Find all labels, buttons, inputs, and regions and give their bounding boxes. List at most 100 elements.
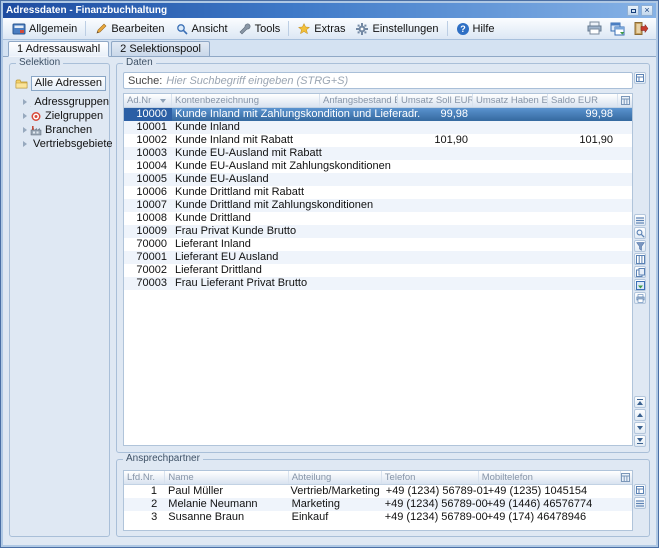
column-header-telefon[interactable]: Telefon — [382, 471, 479, 484]
tab-adressauswahl[interactable]: 1 Adressauswahl — [8, 41, 109, 57]
cell-haben — [473, 264, 548, 277]
column-header-umsatz-soll[interactable]: Umsatz Soll EUR — [398, 94, 473, 107]
industries-icon — [30, 125, 42, 136]
cell-nr: 10008 — [124, 212, 172, 225]
table-options-icon[interactable] — [621, 96, 630, 105]
menu-button[interactable] — [634, 497, 646, 509]
exit-button[interactable] — [630, 20, 650, 38]
table-row[interactable]: 1Paul MüllerVertrieb/Marketing+49 (1234)… — [124, 485, 632, 498]
filter-button[interactable] — [634, 240, 646, 252]
cell-haben — [473, 121, 548, 134]
table-row[interactable]: 2Melanie NeumannMarketing+49 (1234) 5678… — [124, 498, 632, 511]
column-header-anfangsbestand[interactable]: Anfangsbestand EUR — [320, 94, 398, 107]
expander-icon[interactable] — [23, 141, 27, 147]
tab-selektionspool[interactable]: 2 Selektionspool — [111, 41, 210, 56]
column-header-lfdnr[interactable]: Lfd.Nr. — [124, 471, 165, 484]
table-row[interactable]: 10007Kunde Drittland mit Zahlungskonditi… — [124, 199, 632, 212]
table-row[interactable]: 10002Kunde Inland mit Rabatt101,90101,90 — [124, 134, 632, 147]
table-row[interactable]: 10004Kunde EU-Ausland mit Zahlungskondit… — [124, 160, 632, 173]
menu-tools[interactable]: Tools — [233, 20, 286, 38]
cell-nr: 70000 — [124, 238, 172, 251]
print-icon — [636, 294, 645, 303]
cell-name: Lieferant EU Ausland — [172, 251, 320, 264]
header-spacer — [621, 471, 632, 484]
reports-button[interactable] — [607, 20, 627, 38]
tree-root-alle-adressen[interactable]: Alle Adressen — [15, 76, 106, 91]
table-row[interactable]: 70003Frau Lieferant Privat Brutto — [124, 277, 632, 290]
expander-icon[interactable] — [23, 113, 27, 119]
menu-button[interactable] — [634, 214, 646, 226]
table-row[interactable]: 10008Kunde Drittland — [124, 212, 632, 225]
restore-button[interactable] — [627, 5, 639, 16]
cell-haben — [473, 186, 548, 199]
menu-extras[interactable]: Extras — [292, 20, 350, 38]
cell-nr: 70001 — [124, 251, 172, 264]
tree-item-zielgruppen[interactable]: Zielgruppen — [10, 109, 109, 123]
column-header-kontenbezeichnung[interactable]: Kontenbezeichnung — [172, 94, 320, 107]
tree-item-adressgruppen[interactable]: Adressgruppen — [10, 95, 109, 109]
column-header-umsatz-haben[interactable]: Umsatz Haben EUR — [473, 94, 548, 107]
table-row[interactable]: 10003Kunde EU-Ausland mit Rabatt — [124, 147, 632, 160]
column-header-abteilung[interactable]: Abteilung — [289, 471, 382, 484]
menu-einstellungen[interactable]: Einstellungen — [350, 20, 443, 38]
cell-saldo — [548, 199, 618, 212]
tree-item-label: Adressgruppen — [34, 96, 109, 108]
cell-saldo — [548, 264, 618, 277]
copy-button[interactable] — [634, 266, 646, 278]
table-row[interactable]: 70001Lieferant EU Ausland — [124, 251, 632, 264]
menu-bearbeiten[interactable]: Bearbeiten — [89, 20, 169, 38]
search-button[interactable] — [634, 227, 646, 239]
menu-label: Hilfe — [473, 23, 495, 35]
first-record-button[interactable] — [634, 396, 646, 408]
table-row[interactable]: 70000Lieferant Inland — [124, 238, 632, 251]
column-header-name[interactable]: Name — [165, 471, 288, 484]
column-header-mobiltelefon[interactable]: Mobiltelefon — [479, 471, 621, 484]
window-controls: × — [627, 5, 653, 16]
table-row[interactable]: 10009Frau Privat Kunde Brutto — [124, 225, 632, 238]
menu-ansicht[interactable]: Ansicht — [170, 20, 233, 38]
tree-item-branchen[interactable]: Branchen — [10, 123, 109, 137]
search-input[interactable] — [166, 75, 628, 87]
tree-item-vertriebsgebiete[interactable]: Vertriebsgebiete — [10, 137, 109, 151]
next-record-button[interactable] — [634, 422, 646, 434]
expander-icon[interactable] — [23, 127, 27, 133]
column-header-adnr[interactable]: Ad.Nr — [124, 94, 172, 107]
cell-soll — [398, 238, 473, 251]
prev-record-button[interactable] — [634, 409, 646, 421]
cell-name: Kunde Drittland mit Rabatt — [172, 186, 320, 199]
cell-nr: 10007 — [124, 199, 172, 212]
columns-icon — [636, 255, 645, 264]
column-header-saldo[interactable]: Saldo EUR — [548, 94, 618, 107]
table-row[interactable]: 10005Kunde EU-Ausland — [124, 173, 632, 186]
row-spacer — [618, 238, 632, 251]
contacts-table: Lfd.Nr. Name Abteilung Telefon Mobiltele… — [123, 470, 633, 531]
table-row[interactable]: 3Susanne BraunEinkauf+49 (1234) 56789-00… — [124, 511, 632, 524]
table-row[interactable]: 10000Kunde Inland mit Zahlungskondition … — [124, 108, 632, 121]
last-record-icon — [637, 438, 643, 444]
print-button[interactable] — [584, 20, 604, 38]
close-button[interactable]: × — [641, 5, 653, 16]
row-spacer — [618, 251, 632, 264]
table-row[interactable]: 10001Kunde Inland — [124, 121, 632, 134]
cell-haben — [473, 160, 548, 173]
table-options-button[interactable] — [634, 484, 646, 496]
print-button-grid[interactable] — [634, 292, 646, 304]
table-options-icon[interactable] — [621, 473, 630, 482]
cell-soll — [398, 160, 473, 173]
strip-top — [634, 72, 646, 85]
table-row[interactable]: 70002Lieferant Drittland — [124, 264, 632, 277]
expander-icon[interactable] — [23, 99, 27, 105]
table-options-button[interactable] — [634, 72, 646, 84]
menu-allgemein[interactable]: Allgemein — [7, 20, 82, 38]
menu-icon — [636, 499, 644, 507]
menu-separator — [288, 21, 289, 36]
last-record-button[interactable] — [634, 435, 646, 447]
menu-hilfe[interactable]: ? Hilfe — [451, 20, 500, 38]
cell-soll — [398, 186, 473, 199]
columns-button[interactable] — [634, 253, 646, 265]
export-button[interactable] — [634, 279, 646, 291]
cell-haben — [473, 108, 548, 121]
cell-soll — [398, 199, 473, 212]
table-row[interactable]: 10006Kunde Drittland mit Rabatt — [124, 186, 632, 199]
cell-name: Kunde Drittland mit Zahlungskonditionen — [172, 199, 320, 212]
